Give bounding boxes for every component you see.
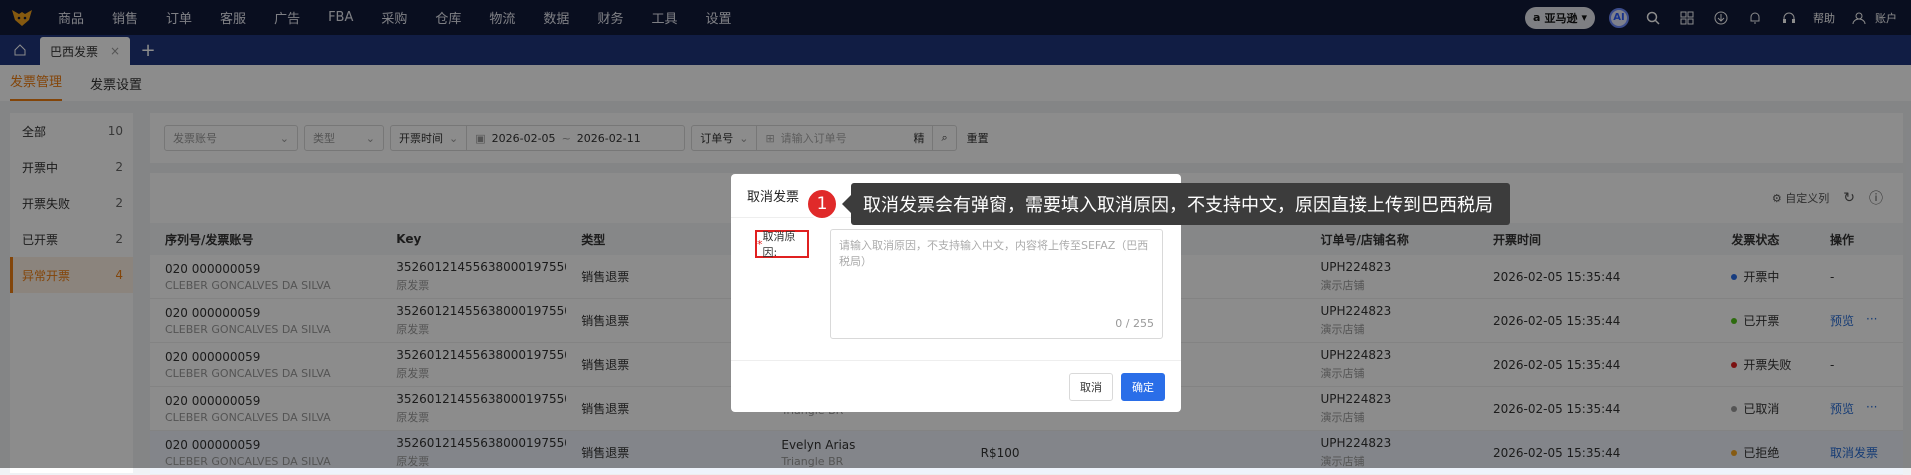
confirm-button[interactable]: 确定 [1121,372,1165,401]
char-counter: 0 / 255 [1115,317,1154,330]
label-text: 取消原因: [762,230,796,259]
cancel-reason-textarea[interactable]: 请输入取消原因，不支持输入中文，内容将上传至SEFAZ（巴西税局） 0 / 25… [830,229,1163,339]
textarea-placeholder: 请输入取消原因，不支持输入中文，内容将上传至SEFAZ（巴西税局） [839,239,1149,268]
dialog-footer: 取消 确定 [731,360,1181,412]
step-number-badge: 1 [806,188,838,220]
cancel-button[interactable]: 取消 [1069,372,1113,401]
cancel-reason-label: * 取消原因: [755,230,809,259]
annotation-callout: 取消发票会有弹窗，需要填入取消原因，不支持中文，原因直接上传到巴西税局 [842,183,1510,225]
